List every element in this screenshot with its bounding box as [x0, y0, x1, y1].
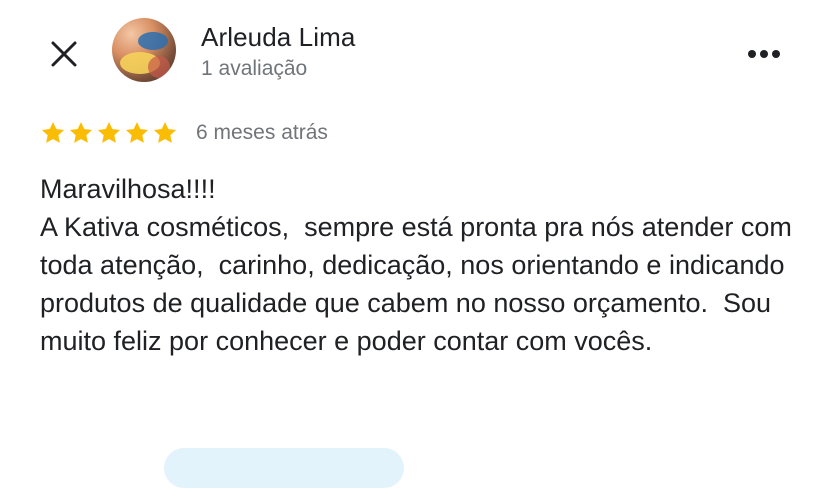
- star-icon: [41, 121, 65, 143]
- star-icon: [69, 121, 93, 143]
- star-rating: [40, 120, 178, 146]
- reviewer-name[interactable]: Arleuda Lima: [201, 22, 355, 53]
- close-button[interactable]: [40, 30, 88, 78]
- reviewer-review-count: 1 avaliação: [201, 57, 308, 80]
- close-icon: [51, 41, 77, 67]
- more-options-button[interactable]: [740, 30, 788, 78]
- review-header: Arleuda Lima 1 avaliação: [0, 0, 828, 110]
- review-time: 6 meses atrás: [196, 121, 328, 144]
- review-text: Maravilhosa!!!! A Kativa cosméticos, sem…: [40, 174, 792, 356]
- star-icon: [153, 121, 177, 143]
- action-pill-button[interactable]: [164, 448, 404, 488]
- star-icon: [125, 121, 149, 143]
- avatar[interactable]: [112, 18, 176, 82]
- rating-row: 6 meses atrás: [40, 116, 328, 150]
- more-horizontal-icon: [748, 50, 780, 58]
- star-icon: [97, 121, 121, 143]
